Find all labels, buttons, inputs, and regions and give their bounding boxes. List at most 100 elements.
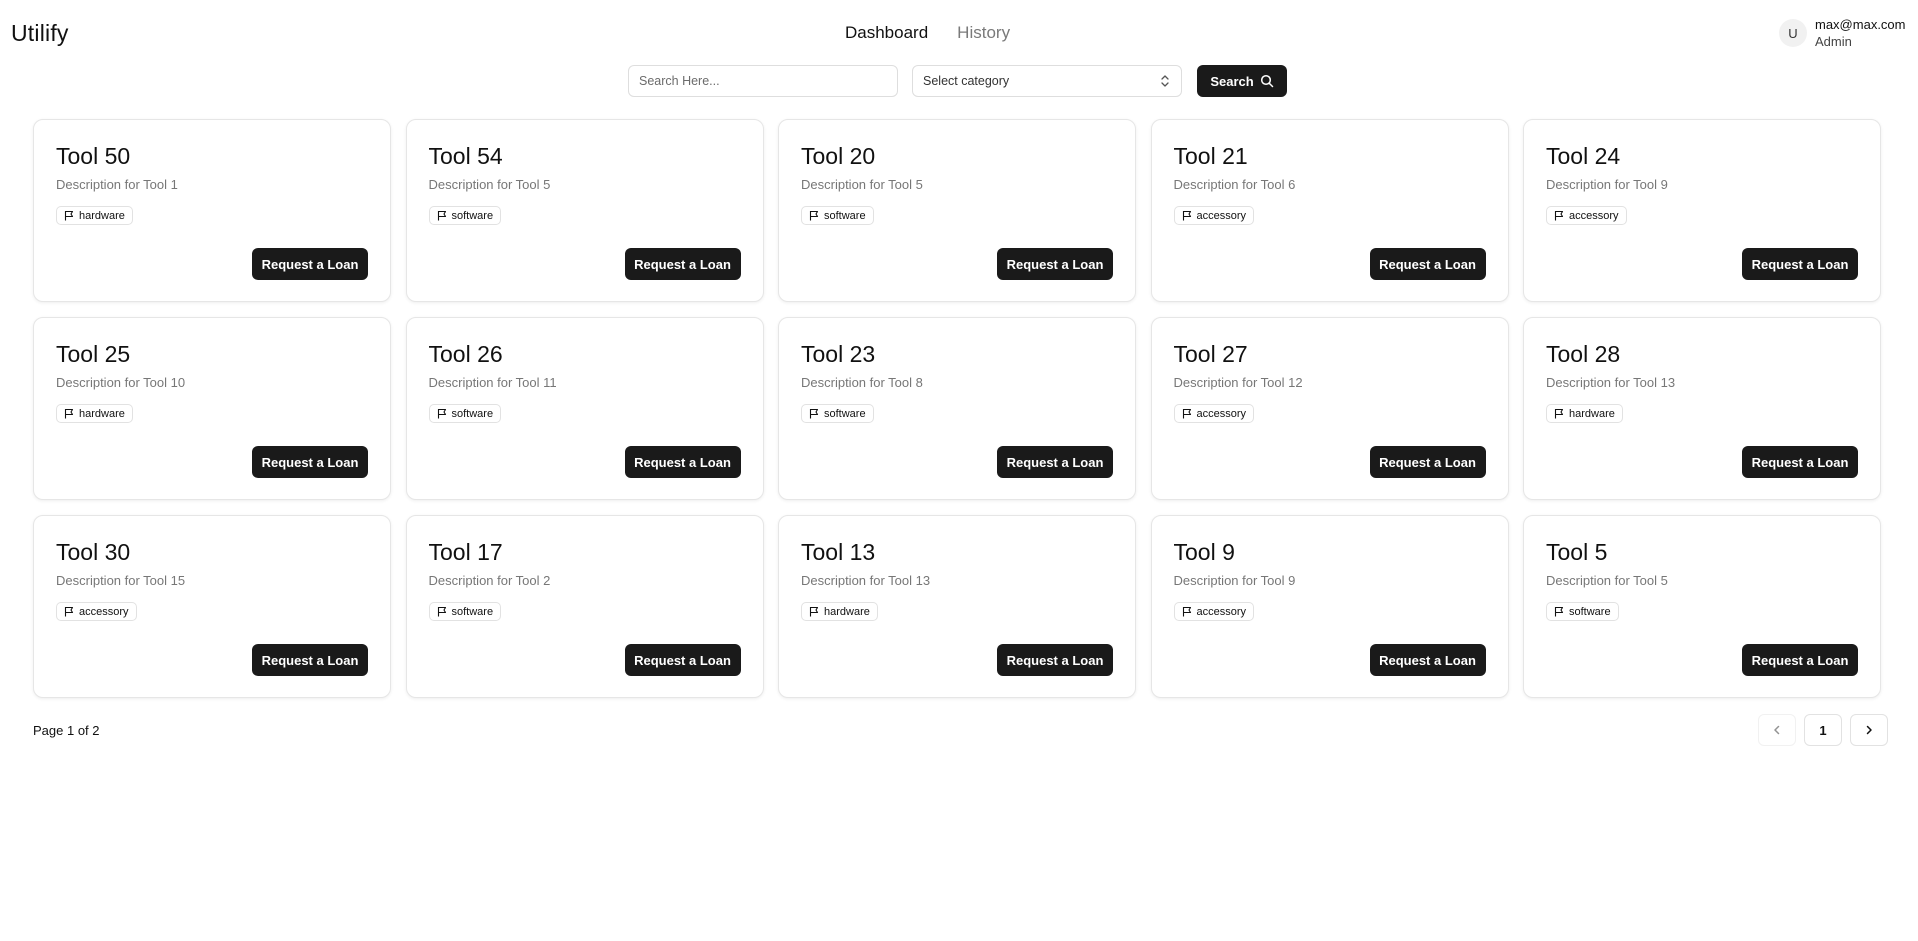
tool-description: Description for Tool 5 — [428, 177, 551, 192]
search-input[interactable] — [628, 65, 898, 97]
request-loan-button[interactable]: Request a Loan — [252, 248, 368, 280]
tool-card: Tool 50 Description for Tool 1 hardware Req… — [33, 119, 391, 302]
tool-description: Description for Tool 9 — [1173, 573, 1296, 588]
tool-card: Tool 13 Description for Tool 13 hardware Re… — [778, 515, 1136, 698]
top-header: Utilify Dashboard History U max@max.com … — [0, 0, 1918, 64]
prev-page-button[interactable] — [1758, 714, 1796, 746]
flag-icon — [809, 606, 819, 617]
tool-card: Tool 17 Description for Tool 2 software Req… — [405, 515, 764, 698]
category-badge: accessory — [1173, 404, 1255, 423]
flag-icon — [64, 408, 74, 419]
request-loan-button[interactable]: Request a Loan — [1742, 644, 1858, 676]
tool-description: Description for Tool 5 — [801, 177, 923, 192]
tool-title: Tool 28 — [1546, 341, 1621, 367]
category-badge: accessory — [1546, 206, 1627, 225]
request-loan-button[interactable]: Request a Loan — [624, 446, 741, 478]
page-summary: Page 1 of 2 — [33, 723, 100, 738]
request-loan-button[interactable]: Request a Loan — [252, 446, 368, 478]
tool-title: Tool 26 — [428, 341, 503, 367]
category-label: software — [824, 407, 866, 420]
tool-description: Description for Tool 6 — [1173, 177, 1296, 192]
tool-title: Tool 23 — [801, 341, 876, 367]
flag-icon — [1554, 606, 1564, 617]
tool-card: Tool 30 Description for Tool 15 accessory R… — [33, 515, 391, 698]
user-menu[interactable]: U max@max.com Admin — [1779, 16, 1906, 50]
tool-grid: Tool 50 Description for Tool 1 hardware Req… — [33, 119, 1881, 698]
nav-link-history[interactable]: History — [957, 23, 1010, 43]
tool-card: Tool 24 Description for Tool 9 accessory Re… — [1523, 119, 1881, 302]
request-loan-button[interactable]: Request a Loan — [1369, 248, 1486, 280]
request-loan-button[interactable]: Request a Loan — [1369, 446, 1486, 478]
tool-title: Tool 30 — [56, 539, 131, 565]
tool-description: Description for Tool 15 — [56, 573, 186, 588]
user-info: max@max.com Admin — [1815, 16, 1906, 50]
next-page-button[interactable] — [1850, 714, 1888, 746]
request-loan-button[interactable]: Request a Loan — [1369, 644, 1486, 676]
nav-link-dashboard[interactable]: Dashboard — [845, 23, 928, 43]
avatar[interactable]: U — [1779, 19, 1807, 47]
main-nav: Dashboard History — [845, 23, 1010, 43]
category-badge: accessory — [1173, 206, 1255, 225]
request-loan-button[interactable]: Request a Loan — [997, 248, 1113, 280]
pagination: 1 — [1758, 714, 1888, 746]
tool-card: Tool 26 Description for Tool 11 software Re… — [405, 317, 764, 500]
category-badge: software — [428, 206, 502, 225]
request-loan-button[interactable]: Request a Loan — [624, 644, 741, 676]
app-logo[interactable]: Utilify — [11, 20, 69, 47]
category-select-value: Select category — [923, 74, 1010, 88]
search-button-label: Search — [1210, 73, 1254, 89]
tool-card: Tool 25 Description for Tool 10 hardware Re… — [33, 317, 391, 500]
tool-card: Tool 5 Description for Tool 5 software Requ… — [1523, 515, 1881, 698]
request-loan-button[interactable]: Request a Loan — [252, 644, 368, 676]
flag-icon — [64, 606, 74, 617]
category-label: hardware — [824, 605, 870, 618]
tool-title: Tool 17 — [428, 539, 503, 565]
request-loan-button[interactable]: Request a Loan — [997, 644, 1113, 676]
flag-icon — [1182, 408, 1192, 419]
flag-icon — [1554, 210, 1564, 221]
category-label: software — [1569, 605, 1611, 618]
tool-description: Description for Tool 13 — [1546, 375, 1676, 390]
tool-card: Tool 21 Description for Tool 6 accessory Re… — [1150, 119, 1509, 302]
request-loan-button[interactable]: Request a Loan — [997, 446, 1113, 478]
flag-icon — [809, 408, 819, 419]
tool-description: Description for Tool 12 — [1173, 375, 1303, 390]
chevron-right-icon — [1863, 724, 1875, 736]
category-badge: software — [801, 206, 874, 225]
tool-description: Description for Tool 8 — [801, 375, 923, 390]
category-label: accessory — [1569, 209, 1619, 222]
tool-title: Tool 54 — [428, 143, 503, 169]
category-label: software — [451, 407, 494, 420]
tool-card: Tool 23 Description for Tool 8 software Req… — [778, 317, 1136, 500]
flag-icon — [437, 408, 447, 419]
tool-description: Description for Tool 5 — [1546, 573, 1668, 588]
category-select[interactable]: Select category — [912, 65, 1182, 97]
tool-card: Tool 27 Description for Tool 12 accessory R… — [1150, 317, 1509, 500]
tool-title: Tool 24 — [1546, 143, 1621, 169]
search-button[interactable]: Search — [1197, 65, 1287, 97]
category-label: accessory — [79, 605, 129, 618]
tool-title: Tool 20 — [801, 143, 876, 169]
request-loan-button[interactable]: Request a Loan — [1742, 248, 1858, 280]
category-label: software — [451, 605, 494, 618]
flag-icon — [1182, 210, 1192, 221]
tool-card: Tool 28 Description for Tool 13 hardware Re… — [1523, 317, 1881, 500]
category-badge: software — [428, 602, 502, 621]
tool-title: Tool 13 — [801, 539, 876, 565]
category-badge: accessory — [56, 602, 137, 621]
chevrons-up-down-icon — [1159, 74, 1171, 88]
flag-icon — [437, 210, 447, 221]
request-loan-button[interactable]: Request a Loan — [624, 248, 741, 280]
tool-description: Description for Tool 2 — [428, 573, 551, 588]
tool-card: Tool 20 Description for Tool 5 software Req… — [778, 119, 1136, 302]
tool-description: Description for Tool 1 — [56, 177, 178, 192]
request-loan-button[interactable]: Request a Loan — [1742, 446, 1858, 478]
page-number-button[interactable]: 1 — [1804, 714, 1842, 746]
tool-title: Tool 25 — [56, 341, 131, 367]
category-badge: hardware — [801, 602, 878, 621]
category-label: accessory — [1196, 605, 1247, 618]
tool-title: Tool 5 — [1546, 539, 1608, 565]
category-badge: hardware — [56, 206, 133, 225]
category-badge: software — [1546, 602, 1619, 621]
flag-icon — [1554, 408, 1564, 419]
